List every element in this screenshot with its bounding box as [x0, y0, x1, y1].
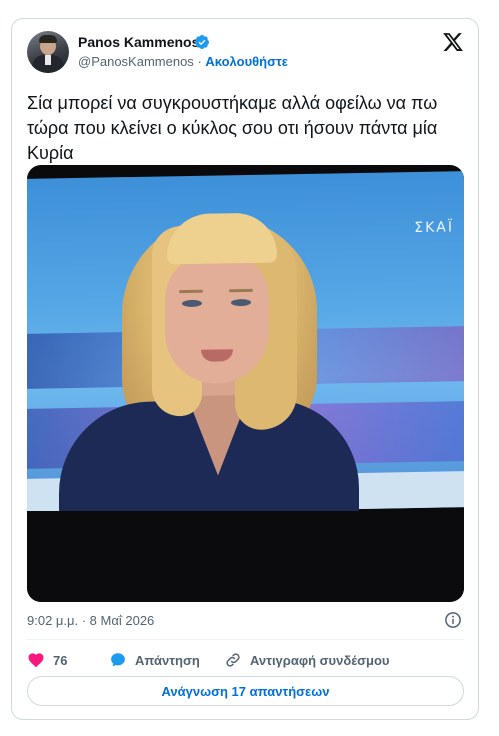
reply-label: Απάντηση: [135, 652, 200, 668]
author-avatar[interactable]: [27, 31, 69, 73]
author-handle[interactable]: @PanosKammenos: [78, 54, 194, 69]
tweet-media-photo[interactable]: ΣΚΑΪ: [27, 165, 464, 602]
copy-link-label: Αντιγραφή συνδέσμου: [250, 652, 390, 668]
reply-button[interactable]: Απάντηση: [109, 649, 200, 671]
tweet-text: Σία μπορεί να συγκρουστήκαμε αλλά οφείλω…: [27, 93, 438, 163]
channel-logo: ΣΚΑΪ: [414, 219, 454, 237]
separator-dot: ·: [197, 54, 202, 69]
tweet-card: Panos Kammenos @PanosKammenos · Ακολουθή…: [11, 18, 479, 720]
action-bar: 76 Απάντηση Αντιγραφή συνδέσμου: [27, 649, 464, 671]
author-name[interactable]: Panos Kammenos: [78, 34, 199, 50]
copy-link-button[interactable]: Αντιγραφή συνδέσμου: [224, 649, 389, 671]
read-replies-button[interactable]: Ανάγνωση 17 απαντήσεων: [27, 676, 464, 706]
x-logo-icon[interactable]: [442, 31, 464, 53]
like-count: 76: [53, 652, 68, 668]
follow-button[interactable]: Ακολουθήστε: [205, 54, 288, 69]
tv-screen: ΣΚΑΪ: [27, 171, 464, 554]
info-icon[interactable]: [444, 611, 462, 629]
heart-icon: [28, 653, 44, 668]
link-icon: [226, 653, 240, 667]
verified-badge-icon: [194, 35, 209, 49]
like-button[interactable]: 76: [27, 649, 67, 671]
reply-bubble-icon: [111, 653, 125, 667]
divider: [27, 639, 464, 640]
tweet-timestamp[interactable]: 9:02 μ.μ. · 8 Μαΐ 2026: [27, 613, 154, 628]
author-handle-row: @PanosKammenos · Ακολουθήστε: [78, 54, 288, 69]
